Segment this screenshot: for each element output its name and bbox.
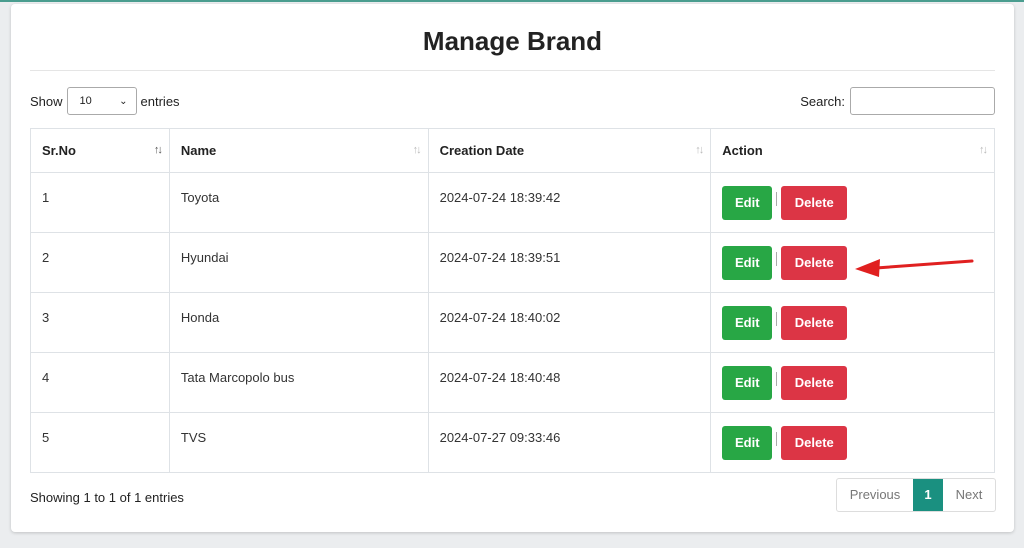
- delete-button[interactable]: Delete: [781, 185, 848, 220]
- delete-button[interactable]: Delete: [781, 245, 848, 280]
- chevron-down-icon: ⌄: [119, 95, 128, 107]
- table-row: 2 Hyundai 2024-07-24 18:39:51 Edit Delete: [30, 232, 995, 293]
- brand-table: Sr.No ↑↓ Name ↑↓ Creation Date ↑↓ Action ↑↓ …: [30, 128, 995, 473]
- table-row: 5 TVS 2024-07-27 09:33:46 Edit Delete: [30, 412, 995, 473]
- cell-action: Edit Delete: [710, 412, 995, 473]
- sort-icon: ↑↓: [412, 144, 422, 156]
- column-header-name[interactable]: Name ↑↓: [168, 128, 429, 173]
- column-header-srno[interactable]: Sr.No ↑↓: [30, 128, 170, 173]
- table-header-row: Sr.No ↑↓ Name ↑↓ Creation Date ↑↓ Action ↑↓: [30, 128, 995, 173]
- cell-creation-date: 2024-07-24 18:39:51: [427, 232, 712, 293]
- action-separator: [776, 371, 778, 386]
- cell-action: Edit Delete: [710, 292, 995, 353]
- cell-srno: 4: [30, 352, 170, 413]
- edit-button[interactable]: Edit: [722, 305, 773, 340]
- search-label: Search:: [800, 93, 845, 109]
- column-header-creation-date[interactable]: Creation Date ↑↓: [427, 128, 712, 173]
- cell-creation-date: 2024-07-24 18:40:48: [427, 352, 712, 413]
- next-page-button[interactable]: Next: [943, 479, 995, 511]
- cell-name: TVS: [168, 412, 429, 473]
- cell-name: Toyota: [168, 172, 429, 233]
- delete-button[interactable]: Delete: [781, 305, 848, 340]
- page-title: Manage Brand: [422, 26, 603, 56]
- cell-srno: 1: [30, 172, 170, 233]
- action-separator: [776, 251, 778, 266]
- edit-button[interactable]: Edit: [722, 425, 773, 460]
- cell-action: Edit Delete: [710, 352, 995, 413]
- table-row: 4 Tata Marcopolo bus 2024-07-24 18:40:48…: [30, 352, 995, 413]
- delete-button[interactable]: Delete: [781, 425, 848, 460]
- search-input[interactable]: [850, 87, 995, 115]
- cell-creation-date: 2024-07-24 18:39:42: [427, 172, 712, 233]
- previous-page-button[interactable]: Previous: [837, 479, 913, 511]
- cell-name: Hyundai: [168, 232, 429, 293]
- cell-action: Edit Delete: [710, 172, 995, 233]
- table-info: Showing 1 to 1 of 1 entries: [30, 490, 184, 505]
- entries-select[interactable]: 10 ⌄: [66, 87, 137, 115]
- action-separator: [776, 191, 778, 206]
- cell-name: Tata Marcopolo bus: [168, 352, 429, 413]
- manage-brand-card: Manage Brand Show 10 ⌄ entries Search: S…: [11, 4, 1014, 532]
- edit-button[interactable]: Edit: [722, 185, 773, 220]
- table-row: 1 Toyota 2024-07-24 18:39:42 Edit Delete: [30, 172, 995, 233]
- cell-srno: 3: [30, 292, 170, 353]
- table-row: 3 Honda 2024-07-24 18:40:02 Edit Delete: [30, 292, 995, 353]
- edit-button[interactable]: Edit: [722, 245, 773, 280]
- cell-srno: 2: [30, 232, 170, 293]
- show-label: Show: [30, 93, 63, 109]
- entries-label: entries: [140, 93, 180, 109]
- cell-creation-date: 2024-07-24 18:40:02: [427, 292, 712, 353]
- search-control: Search:: [800, 86, 995, 116]
- edit-button[interactable]: Edit: [722, 365, 773, 400]
- pagination: Previous 1 Next: [836, 478, 996, 512]
- delete-button[interactable]: Delete: [781, 365, 848, 400]
- top-accent-line: [0, 0, 1024, 2]
- cell-creation-date: 2024-07-27 09:33:46: [427, 412, 712, 473]
- entries-select-value: 10: [79, 95, 92, 107]
- action-separator: [776, 311, 778, 326]
- cell-name: Honda: [168, 292, 429, 353]
- entries-length-control: Show 10 ⌄ entries: [30, 86, 180, 116]
- action-separator: [776, 431, 778, 446]
- page-1-button[interactable]: 1: [913, 479, 943, 511]
- cell-action: Edit Delete: [710, 232, 995, 293]
- column-header-action[interactable]: Action ↑↓: [710, 128, 995, 173]
- title-divider: [30, 70, 995, 71]
- sort-icon: ↑↓: [695, 144, 704, 156]
- sort-icon: ↑↓: [979, 144, 988, 156]
- sort-icon: ↑↓: [153, 144, 163, 156]
- cell-srno: 5: [30, 412, 170, 473]
